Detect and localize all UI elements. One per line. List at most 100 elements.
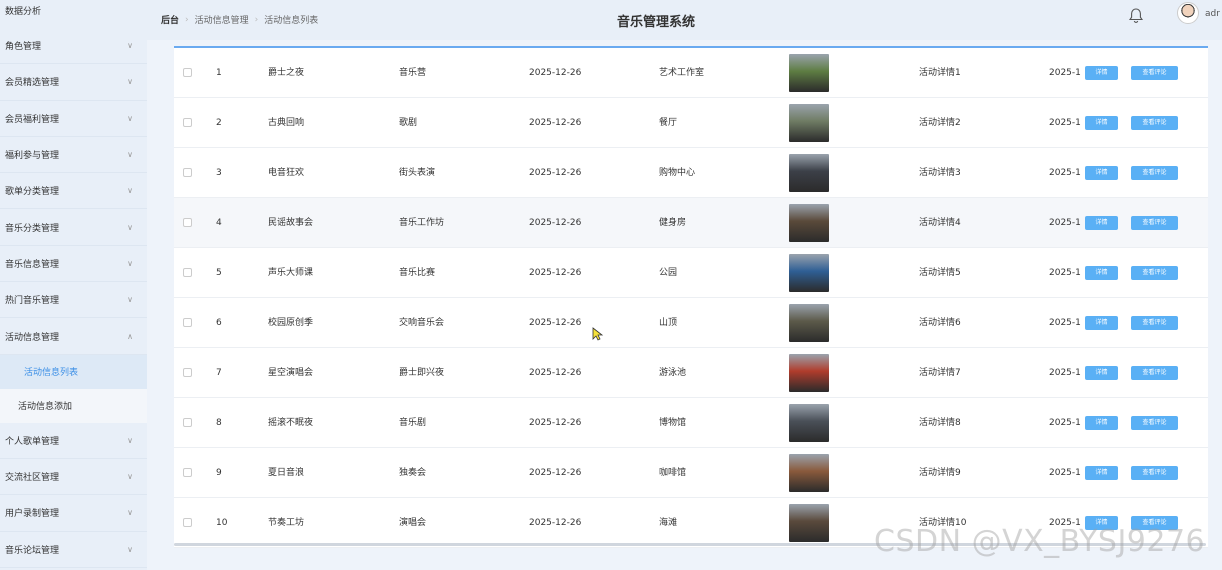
row-checkbox[interactable]: [183, 68, 192, 77]
detail-button[interactable]: 详情: [1085, 216, 1118, 230]
sidebar-item[interactable]: 音乐信息管理 ∨: [0, 246, 147, 283]
view-comments-button[interactable]: 查看评论: [1131, 366, 1178, 380]
row-checkbox[interactable]: [183, 218, 192, 227]
row-checkbox[interactable]: [183, 518, 192, 527]
table-row[interactable]: 9 夏日音浪 独奏会 2025-12-26 咖啡馆 活动详情9 2025-1 详情 查看评论: [174, 448, 1208, 498]
sidebar-item-label: 音乐信息管理: [5, 259, 60, 270]
row-checkbox[interactable]: [183, 368, 192, 377]
cell-date2: 2025-1: [1049, 468, 1081, 478]
sidebar-item[interactable]: 交流社区管理 ∨: [0, 459, 147, 496]
cell-no: 4: [216, 218, 222, 228]
sidebar-item[interactable]: 会员精选管理 ∨: [0, 64, 147, 101]
row-checkbox[interactable]: [183, 418, 192, 427]
sidebar-item[interactable]: 用户录制管理 ∨: [0, 495, 147, 532]
cell-type: 音乐剧: [399, 418, 427, 428]
view-comments-button[interactable]: 查看评论: [1131, 66, 1178, 80]
cell-detail: 活动详情5: [919, 268, 961, 278]
detail-button[interactable]: 详情: [1085, 316, 1118, 330]
table-row[interactable]: 7 星空演唱会 爵士即兴夜 2025-12-26 游泳池 活动详情7 2025-1 详情 查看评…: [174, 348, 1208, 398]
view-comments-button[interactable]: 查看评论: [1131, 116, 1178, 130]
sidebar-item[interactable]: 热门音乐管理 ∨: [0, 282, 147, 319]
sidebar-item-label: 个人歌单管理: [5, 436, 60, 447]
cell-no: 6: [216, 318, 222, 328]
view-comments-button[interactable]: 查看评论: [1131, 316, 1178, 330]
cell-detail: 活动详情9: [919, 468, 961, 478]
table-row[interactable]: 8 摇滚不眠夜 音乐剧 2025-12-26 博物馆 活动详情8 2025-1 详情 查看评论: [174, 398, 1208, 448]
sidebar-item[interactable]: 福利参与管理 ∨: [0, 137, 147, 174]
view-comments-button[interactable]: 查看评论: [1131, 266, 1178, 280]
row-checkbox[interactable]: [183, 268, 192, 277]
cell-name: 星空演唱会: [268, 368, 314, 378]
cell-type: 演唱会: [399, 518, 427, 528]
view-comments-button[interactable]: 查看评论: [1131, 416, 1178, 430]
sidebar-item-data-analysis[interactable]: 数据分析: [0, 0, 147, 28]
cell-place: 咖啡馆: [659, 468, 687, 478]
row-checkbox[interactable]: [183, 118, 192, 127]
cell-type: 街头表演: [399, 168, 436, 178]
cell-detail: 活动详情3: [919, 168, 961, 178]
table-row[interactable]: 4 民谣故事会 音乐工作坊 2025-12-26 健身房 活动详情4 2025-1 详情 查看评…: [174, 198, 1208, 248]
sidebar-item-label: 会员精选管理: [5, 78, 60, 89]
sidebar-item-label: 音乐分类管理: [5, 223, 60, 234]
cell-name: 民谣故事会: [268, 218, 314, 228]
view-comments-button[interactable]: 查看评论: [1131, 216, 1178, 230]
detail-button[interactable]: 详情: [1085, 66, 1118, 80]
sidebar-subitem[interactable]: 活动信息列表: [0, 354, 147, 389]
chevron-down-icon: ∨: [127, 150, 133, 160]
detail-button[interactable]: 详情: [1085, 116, 1118, 130]
cell-no: 7: [216, 368, 222, 378]
breadcrumb: 后台 › 活动信息管理 › 活动信息列表: [161, 13, 318, 27]
cell-date: 2025-12-26: [529, 218, 582, 228]
row-checkbox[interactable]: [183, 318, 192, 327]
sidebar-item-label: 会员福利管理: [5, 114, 60, 125]
table-row[interactable]: 3 电音狂欢 街头表演 2025-12-26 购物中心 活动详情3 2025-1 详情 查看评论: [174, 148, 1208, 198]
breadcrumb-root[interactable]: 后台: [161, 13, 179, 26]
sidebar-item[interactable]: 音乐论坛管理 ∨: [0, 532, 147, 568]
cell-detail: 活动详情1: [919, 68, 961, 78]
breadcrumb-separator-icon: ›: [254, 14, 259, 25]
sidebar-item[interactable]: 会员福利管理 ∨: [0, 101, 147, 137]
view-comments-button[interactable]: 查看评论: [1131, 466, 1178, 480]
avatar[interactable]: [1177, 2, 1199, 24]
cell-date2: 2025-1: [1049, 218, 1081, 228]
table-row[interactable]: 6 校园原创季 交响音乐会 2025-12-26 山顶 活动详情6 2025-1 详情 查看评论: [174, 298, 1208, 348]
sidebar-item[interactable]: 歌单分类管理 ∨: [0, 173, 147, 210]
cell-place: 海滩: [659, 518, 678, 528]
cell-name: 爵士之夜: [268, 68, 305, 78]
cell-detail: 活动详情6: [919, 318, 961, 328]
sidebar-item[interactable]: 个人歌单管理 ∨: [0, 423, 147, 459]
view-comments-button[interactable]: 查看评论: [1131, 166, 1178, 180]
username[interactable]: adr: [1205, 9, 1220, 19]
activity-image: [789, 304, 829, 342]
detail-button[interactable]: 详情: [1085, 166, 1118, 180]
sidebar-subitem[interactable]: 活动信息添加: [0, 388, 147, 423]
detail-button[interactable]: 详情: [1085, 416, 1118, 430]
detail-button[interactable]: 详情: [1085, 266, 1118, 280]
detail-button[interactable]: 详情: [1085, 366, 1118, 380]
cell-date: 2025-12-26: [529, 418, 582, 428]
sidebar-item[interactable]: 音乐分类管理 ∨: [0, 209, 147, 246]
table-row[interactable]: 2 古典回响 歌剧 2025-12-26 餐厅 活动详情2 2025-1 详情 查看评论: [174, 98, 1208, 148]
watermark: CSDN @VX_BYSJ9276: [874, 524, 1206, 559]
row-checkbox[interactable]: [183, 168, 192, 177]
bell-icon[interactable]: [1128, 8, 1144, 27]
sidebar-item-label: 交流社区管理: [5, 473, 60, 484]
chevron-down-icon: ∨: [127, 186, 133, 196]
cell-place: 健身房: [659, 218, 687, 228]
cell-date2: 2025-1: [1049, 168, 1081, 178]
cell-no: 9: [216, 468, 222, 478]
sidebar-item[interactable]: 活动信息管理 ∧: [0, 318, 147, 355]
row-checkbox[interactable]: [183, 468, 192, 477]
table-row[interactable]: 1 爵士之夜 音乐营 2025-12-26 艺术工作室 活动详情1 2025-1 详情 查看评论: [174, 48, 1208, 98]
top-header: 后台 › 活动信息管理 › 活动信息列表 音乐管理系统 adr: [147, 0, 1222, 40]
detail-button[interactable]: 详情: [1085, 466, 1118, 480]
sidebar-item[interactable]: 角色管理 ∨: [0, 28, 147, 65]
cell-date: 2025-12-26: [529, 68, 582, 78]
chevron-down-icon: ∨: [127, 41, 133, 51]
chevron-down-icon: ∨: [127, 544, 133, 554]
breadcrumb-item[interactable]: 活动信息管理: [195, 13, 249, 26]
cell-date: 2025-12-26: [529, 368, 582, 378]
table-row[interactable]: 5 声乐大师课 音乐比赛 2025-12-26 公园 活动详情5 2025-1 详情 查看评论: [174, 248, 1208, 298]
sidebar: 数据分析 角色管理 ∨ 会员精选管理 ∨ 会员福利管理 ∨ 福利参与管理 ∨ 歌单分类管理 ∨ 音乐…: [0, 0, 147, 570]
chevron-down-icon: ∨: [127, 508, 133, 518]
